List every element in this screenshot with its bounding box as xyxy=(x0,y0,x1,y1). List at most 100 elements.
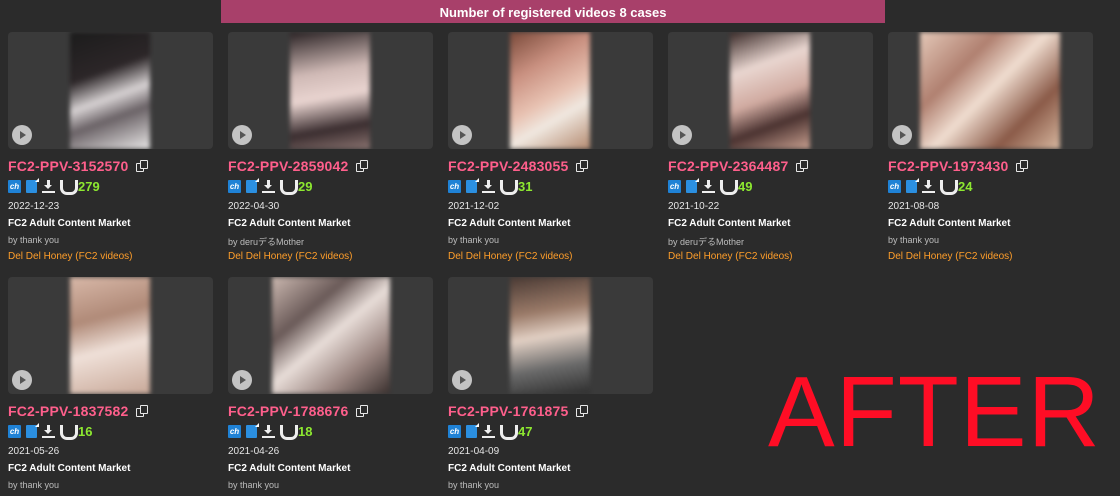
video-card[interactable]: FC2-PPV-2364487 ch 49 2021-10-22 FC2 Adu… xyxy=(668,32,873,263)
site-title[interactable]: FC2 Adult Content Market xyxy=(8,218,213,230)
author-name[interactable]: by thank you xyxy=(448,235,653,246)
download-icon[interactable] xyxy=(42,425,55,438)
release-date: 2021-08-08 xyxy=(888,201,940,212)
play-icon[interactable] xyxy=(12,370,32,390)
ch-icon[interactable]: ch xyxy=(668,180,681,193)
site-title[interactable]: FC2 Adult Content Market xyxy=(228,218,433,230)
video-code-link[interactable]: FC2-PPV-1761875 xyxy=(448,403,569,419)
site-title[interactable]: FC2 Adult Content Market xyxy=(668,218,873,230)
author-name[interactable]: by thank you xyxy=(888,235,1093,246)
video-code-link[interactable]: FC2-PPV-1837582 xyxy=(8,403,129,419)
video-thumbnail[interactable] xyxy=(8,277,213,394)
label-link[interactable]: Del Del Honey (FC2 videos) xyxy=(228,251,433,263)
registered-count-banner: Number of registered videos 8 cases xyxy=(221,0,885,23)
copy-icon[interactable] xyxy=(1015,159,1029,173)
ch-icon[interactable]: ch xyxy=(228,425,241,438)
label-link[interactable]: Del Del Honey (FC2 videos) xyxy=(8,251,213,263)
label-link[interactable]: Del Del Honey (FC2 videos) xyxy=(668,251,873,263)
author-name[interactable]: by thank you xyxy=(228,480,433,491)
copy-icon[interactable] xyxy=(135,159,149,173)
bookmark-icon[interactable] xyxy=(466,423,479,438)
copy-icon[interactable] xyxy=(575,404,589,418)
download-icon[interactable] xyxy=(482,425,495,438)
play-icon[interactable] xyxy=(452,370,472,390)
download-icon[interactable] xyxy=(702,180,715,193)
video-code-link[interactable]: FC2-PPV-2859042 xyxy=(228,158,349,174)
video-card[interactable]: FC2-PPV-1973430 ch 24 2021-08-08 FC2 Adu… xyxy=(888,32,1093,263)
site-title[interactable]: FC2 Adult Content Market xyxy=(228,463,433,475)
download-icon[interactable] xyxy=(922,180,935,193)
play-icon[interactable] xyxy=(672,125,692,145)
copy-icon[interactable] xyxy=(135,404,149,418)
video-thumbnail[interactable] xyxy=(448,32,653,149)
play-icon[interactable] xyxy=(892,125,912,145)
author-name[interactable]: by thank you xyxy=(448,480,653,491)
video-code-link[interactable]: FC2-PPV-3152570 xyxy=(8,158,129,174)
magnet-count: 24 xyxy=(958,179,973,194)
bookmark-icon[interactable] xyxy=(686,178,699,193)
site-title[interactable]: FC2 Adult Content Market xyxy=(8,463,213,475)
ch-icon[interactable]: ch xyxy=(228,180,241,193)
play-icon[interactable] xyxy=(12,125,32,145)
thumbnail-image xyxy=(510,277,590,394)
video-thumbnail[interactable] xyxy=(8,32,213,149)
video-code-link[interactable]: FC2-PPV-1788676 xyxy=(228,403,349,419)
video-code-link[interactable]: FC2-PPV-2483055 xyxy=(448,158,569,174)
video-thumbnail[interactable] xyxy=(668,32,873,149)
author-name[interactable]: by deruデるMother xyxy=(668,235,873,247)
bookmark-icon[interactable] xyxy=(26,423,39,438)
video-card[interactable]: FC2-PPV-2483055 ch 31 2021-12-02 FC2 Adu… xyxy=(448,32,653,263)
thumbnail-image xyxy=(510,32,590,149)
ch-icon[interactable]: ch xyxy=(888,180,901,193)
thumbnail-image xyxy=(272,277,390,394)
copy-icon[interactable] xyxy=(355,159,369,173)
play-icon[interactable] xyxy=(452,125,472,145)
magnet-icon[interactable] xyxy=(500,180,518,195)
bookmark-icon[interactable] xyxy=(466,178,479,193)
video-thumbnail[interactable] xyxy=(228,32,433,149)
video-card[interactable]: FC2-PPV-2859042 ch 29 2022-04-30 FC2 Adu… xyxy=(228,32,433,263)
copy-icon[interactable] xyxy=(575,159,589,173)
magnet-icon[interactable] xyxy=(940,180,958,195)
video-thumbnail[interactable] xyxy=(448,277,653,394)
video-card[interactable]: FC2-PPV-1837582 ch 16 2021-05-26 FC2 Adu… xyxy=(8,277,213,491)
video-code-link[interactable]: FC2-PPV-2364487 xyxy=(668,158,789,174)
magnet-icon[interactable] xyxy=(60,425,78,440)
video-thumbnail[interactable] xyxy=(228,277,433,394)
video-thumbnail[interactable] xyxy=(888,32,1093,149)
magnet-icon[interactable] xyxy=(280,180,298,195)
copy-icon[interactable] xyxy=(795,159,809,173)
label-link[interactable]: Del Del Honey (FC2 videos) xyxy=(888,251,1093,263)
play-icon[interactable] xyxy=(232,370,252,390)
ch-icon[interactable]: ch xyxy=(448,180,461,193)
download-icon[interactable] xyxy=(482,180,495,193)
magnet-icon[interactable] xyxy=(60,180,78,195)
download-icon[interactable] xyxy=(262,425,275,438)
author-name[interactable]: by deruデるMother xyxy=(228,235,433,247)
bookmark-icon[interactable] xyxy=(246,178,259,193)
label-link[interactable]: Del Del Honey (FC2 videos) xyxy=(448,251,653,263)
author-name[interactable]: by thank you xyxy=(8,480,213,491)
site-title[interactable]: FC2 Adult Content Market xyxy=(448,218,653,230)
video-card[interactable]: FC2-PPV-3152570 ch 279 2022-12-23 FC2 Ad… xyxy=(8,32,213,263)
bookmark-icon[interactable] xyxy=(26,178,39,193)
site-title[interactable]: FC2 Adult Content Market xyxy=(448,463,653,475)
video-code-link[interactable]: FC2-PPV-1973430 xyxy=(888,158,1009,174)
bookmark-icon[interactable] xyxy=(246,423,259,438)
magnet-icon[interactable] xyxy=(720,180,738,195)
video-card[interactable]: FC2-PPV-1788676 ch 18 2021-04-26 FC2 Adu… xyxy=(228,277,433,491)
author-name[interactable]: by thank you xyxy=(8,235,213,246)
play-icon[interactable] xyxy=(232,125,252,145)
video-card[interactable]: FC2-PPV-1761875 ch 47 2021-04-09 FC2 Adu… xyxy=(448,277,653,491)
magnet-icon[interactable] xyxy=(500,425,518,440)
copy-icon[interactable] xyxy=(355,404,369,418)
download-icon[interactable] xyxy=(262,180,275,193)
ch-icon[interactable]: ch xyxy=(8,180,21,193)
bookmark-icon[interactable] xyxy=(906,178,919,193)
magnet-count: 16 xyxy=(78,424,93,439)
ch-icon[interactable]: ch xyxy=(448,425,461,438)
download-icon[interactable] xyxy=(42,180,55,193)
site-title[interactable]: FC2 Adult Content Market xyxy=(888,218,1093,230)
ch-icon[interactable]: ch xyxy=(8,425,21,438)
magnet-icon[interactable] xyxy=(280,425,298,440)
